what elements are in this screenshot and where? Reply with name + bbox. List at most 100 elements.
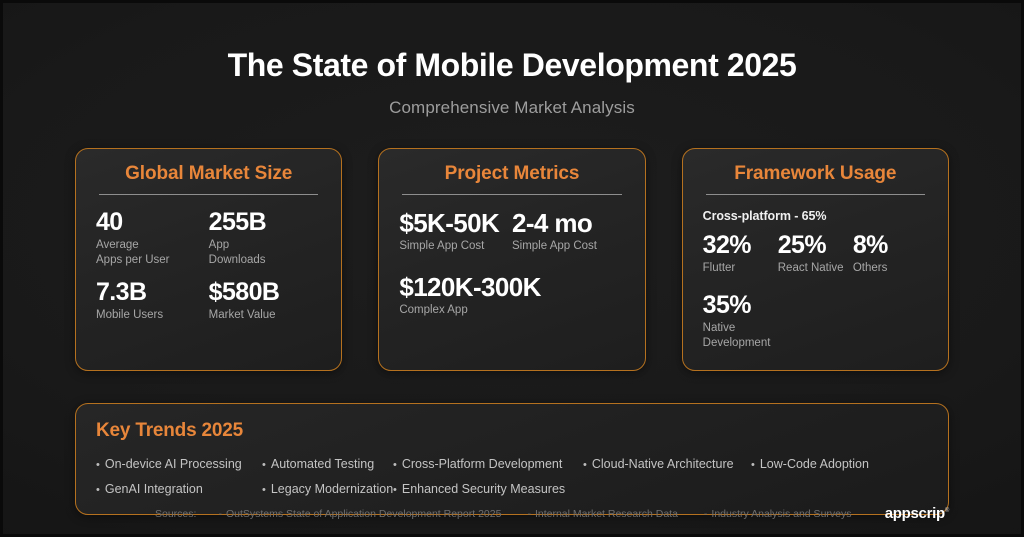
stat-label: Mobile Users: [96, 309, 164, 322]
source-dash-icon: -: [218, 507, 222, 520]
stat-item: 40 Average Apps per User: [96, 207, 209, 269]
stat-value: 8%: [852, 230, 889, 259]
stat-item: 35% Native Development: [703, 292, 778, 352]
card-title: Framework Usage: [734, 162, 897, 184]
card-title: Global Market Size: [125, 162, 293, 184]
bullet-icon: •: [96, 483, 100, 496]
key-trends-row-1: • On-device AI Processing • Automated Te…: [96, 457, 928, 471]
stat-grid: $5K-50K Simple App Cost 2-4 mo Simple Ap…: [399, 209, 624, 319]
page-subtitle: Comprehensive Market Analysis: [389, 97, 635, 117]
card-divider: [402, 193, 622, 195]
trend-label: Low-Code Adoption: [759, 456, 869, 471]
stat-label: Flutter: [702, 261, 736, 274]
stat-label-line2: Apps per User: [96, 254, 170, 267]
source-item: - Internal Market Research Data: [527, 508, 677, 520]
trend-item: • Cross-Platform Development: [393, 457, 583, 471]
stat-label: Market Value: [208, 309, 276, 322]
trend-label: Cross-Platform Development: [401, 456, 563, 471]
source-text: OutSystems State of Application Developm…: [225, 507, 502, 520]
bullet-icon: •: [262, 483, 266, 496]
stat-item: 2-4 mo Simple App Cost: [512, 209, 625, 265]
stat-row: $5K-50K Simple App Cost 2-4 mo Simple Ap…: [399, 209, 624, 265]
source-text: Internal Market Research Data: [534, 507, 678, 520]
stat-label: App Downloads: [209, 238, 322, 269]
registered-trademark-icon: ®: [944, 508, 949, 514]
stat-item: 7.3B Mobile Users: [96, 279, 209, 323]
bullet-icon: •: [393, 483, 397, 496]
stat-value: 40: [96, 207, 123, 236]
card-divider: [99, 193, 319, 195]
appscrip-logo: appscrip®: [884, 505, 950, 522]
card-project-metrics: Project Metrics $5K-50K Simple App Cost …: [378, 147, 646, 371]
sources-list: Sources: - OutSystems State of Applicatio…: [75, 508, 885, 520]
logo-text: appscrip: [884, 505, 945, 522]
stat-item: 8% Others: [852, 230, 928, 287]
stat-value: 7.3B: [96, 278, 147, 307]
trend-label: Enhanced Security Measures: [401, 481, 566, 496]
stat-value: 35%: [702, 291, 752, 320]
trend-item: • GenAI Integration: [96, 482, 262, 496]
stat-item: 32% Flutter: [702, 230, 778, 276]
trend-label: GenAI Integration: [104, 481, 203, 496]
card-framework-usage: Framework Usage Cross-platform - 65% 32%…: [681, 147, 949, 371]
stat-row: $120K-300K Complex App: [399, 273, 624, 318]
card-title: Project Metrics: [444, 162, 580, 184]
bullet-icon: •: [583, 458, 587, 471]
stat-value: 25%: [777, 230, 827, 259]
stat-label: Complex App: [399, 304, 468, 317]
trend-item: • Automated Testing: [262, 457, 393, 471]
stat-value: 255B: [208, 207, 267, 236]
header: The State of Mobile Development 2025 Com…: [75, 3, 949, 118]
stat-item: 255B App Downloads: [208, 207, 322, 269]
source-dash-icon: -: [527, 507, 531, 520]
stat-label-line2: Downloads: [208, 254, 266, 267]
bullet-icon: •: [96, 458, 100, 471]
stat-value: 2-4 mo: [511, 207, 593, 238]
stat-value: 32%: [702, 230, 752, 259]
trend-label: Legacy Modernization: [270, 481, 394, 496]
stat-item: $120K-300K Complex App: [399, 273, 624, 318]
trend-item: • Enhanced Security Measures: [393, 482, 565, 496]
key-trends-panel: Key Trends 2025 • On-device AI Processin…: [75, 402, 949, 515]
trend-label: On-device AI Processing: [104, 456, 242, 471]
trend-item: • Legacy Modernization: [262, 482, 393, 496]
stat-label: Average Apps per User: [96, 238, 209, 269]
stat-label: React Native: [777, 261, 844, 274]
source-dash-icon: -: [703, 507, 708, 520]
trend-item: • On-device AI Processing: [96, 457, 262, 471]
stat-label-line1: Average: [96, 238, 139, 251]
stat-grid: 40 Average Apps per User 255B App Downlo…: [96, 207, 322, 335]
card-divider: [705, 193, 925, 195]
trend-label: Automated Testing: [270, 456, 375, 471]
stat-value: $120K-300K: [399, 272, 541, 303]
stat-value: $5K-50K: [399, 207, 500, 238]
source-item: - OutSystems State of Application Develop…: [218, 508, 501, 520]
source-item: - Industry Analysis and Surveys: [704, 508, 852, 520]
source-text: Industry Analysis and Surveys: [711, 507, 852, 520]
stat-label: Others: [852, 261, 888, 274]
trend-item: • Cloud-Native Architecture: [583, 457, 751, 471]
stat-item: $580B Market Value: [209, 279, 322, 334]
stat-card-row: Global Market Size 40 Average Apps per U…: [75, 147, 949, 371]
bullet-icon: •: [262, 458, 266, 471]
key-trends-row-2: • GenAI Integration • Legacy Modernizati…: [96, 482, 928, 496]
footer: Sources: - OutSystems State of Applicatio…: [75, 505, 949, 522]
card-global-market-size: Global Market Size 40 Average Apps per U…: [75, 147, 343, 371]
stat-item: $5K-50K Simple App Cost: [399, 209, 512, 254]
stat-label: Simple App Cost: [511, 239, 597, 252]
stat-value: $580B: [208, 278, 280, 307]
infographic-slide: The State of Mobile Development 2025 Com…: [0, 0, 1024, 537]
stat-label: Native Development: [702, 322, 771, 350]
bullet-icon: •: [751, 458, 755, 471]
trend-label: Cloud-Native Architecture: [591, 456, 734, 471]
stat-item: 25% React Native: [777, 230, 853, 276]
cross-platform-note: Cross-platform - 65%: [702, 208, 827, 223]
stat-row: 32% Flutter 25% React Native 8% Others: [702, 230, 928, 287]
trend-item: • Low-Code Adoption: [751, 457, 869, 471]
page-title: The State of Mobile Development 2025: [227, 47, 797, 83]
bullet-icon: •: [393, 458, 397, 471]
stat-label: Simple App Cost: [399, 239, 485, 252]
stat-row: 35% Native Development: [703, 292, 928, 352]
stat-label-line1: App: [208, 238, 230, 251]
key-trends-title: Key Trends 2025: [96, 419, 243, 441]
